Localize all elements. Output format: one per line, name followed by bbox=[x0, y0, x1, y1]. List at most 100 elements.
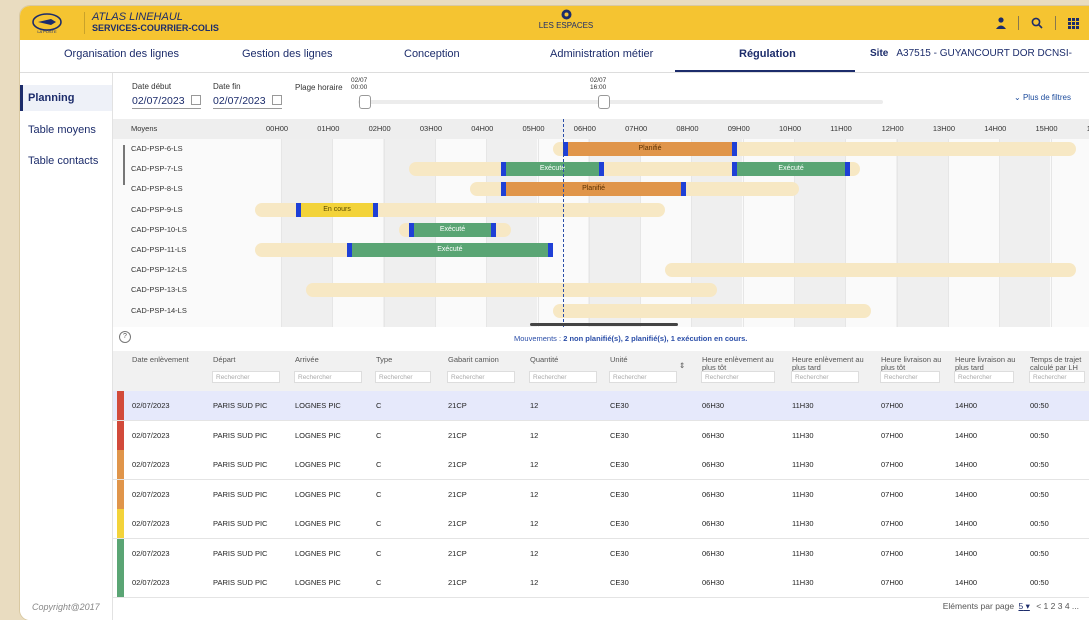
search-icon[interactable] bbox=[1031, 17, 1043, 29]
sidebar-item-planning[interactable]: Planning bbox=[20, 85, 112, 111]
gantt-row[interactable]: CAD-PSP-13-LS bbox=[113, 280, 1089, 300]
la-poste-logo[interactable]: LA POSTE bbox=[29, 12, 65, 34]
more-filters-link[interactable]: ⌄ Plus de filtres bbox=[1014, 93, 1071, 102]
gantt-row[interactable]: CAD-PSP-6-LS Planifié bbox=[113, 139, 1089, 159]
gantt-row[interactable]: CAD-PSP-7-LS Exécuté Exécuté bbox=[113, 159, 1089, 179]
gantt-row[interactable]: CAD-PSP-9-LS En cours bbox=[113, 200, 1089, 220]
plage-end-date: 02/07 bbox=[590, 77, 607, 84]
table-cell: PARIS SUD PIC bbox=[213, 548, 268, 558]
table-cell: LOGNES PIC bbox=[295, 548, 341, 558]
column-search-input[interactable]: Rechercher bbox=[447, 371, 515, 383]
table-cell: 21CP bbox=[448, 578, 467, 587]
table-cell: 00:50 bbox=[1030, 401, 1049, 410]
column-search-input[interactable]: Rechercher bbox=[701, 371, 775, 383]
gantt-hour-label: 03H00 bbox=[419, 124, 442, 133]
tab-organisation-des-lignes[interactable]: Organisation des lignes bbox=[64, 48, 179, 60]
column-header[interactable]: Heure enlèvement au plus tard bbox=[792, 356, 864, 372]
tab-conception[interactable]: Conception bbox=[404, 48, 460, 60]
column-header[interactable]: Type bbox=[376, 356, 436, 364]
table-cell: 11H30 bbox=[792, 548, 814, 558]
table-cell: 07H00 bbox=[881, 430, 904, 440]
gantt-bar-encours[interactable]: En cours bbox=[296, 202, 379, 217]
table-cell: 12 bbox=[530, 519, 539, 528]
column-header[interactable]: Gabarit camion bbox=[448, 356, 520, 364]
gantt-bar-execute[interactable]: Exécuté bbox=[408, 222, 497, 237]
gantt-scrollbar[interactable] bbox=[530, 323, 678, 326]
gantt-row[interactable]: CAD-PSP-14-LS bbox=[113, 301, 1089, 321]
row-status-strip bbox=[117, 538, 124, 568]
gantt-bar-execute[interactable]: Exécuté bbox=[501, 162, 604, 177]
table-row[interactable]: 02/07/2023 PARIS SUD PIC LOGNES PIC C 21CP 12… bbox=[113, 538, 1089, 569]
table-cell: CE30 bbox=[610, 578, 629, 587]
site-selector[interactable]: Site A37515 - GUYANCOURT DOR DCNSI- bbox=[870, 48, 1072, 59]
user-icon[interactable] bbox=[996, 17, 1006, 29]
sidebar-item-table-contacts[interactable]: Table contacts bbox=[20, 148, 112, 174]
plage-start-marker: 02/07 00:00 bbox=[351, 77, 367, 91]
apps-grid-icon[interactable] bbox=[1068, 17, 1079, 29]
per-page-select[interactable]: 5 ▾ bbox=[1018, 601, 1029, 611]
column-header[interactable]: Unité bbox=[610, 356, 682, 364]
column-header[interactable]: Arrivée bbox=[295, 356, 367, 364]
table-row[interactable]: 02/07/2023 PARIS SUD PIC LOGNES PIC C 21CP 12… bbox=[113, 420, 1089, 451]
column-search-input[interactable]: Rechercher bbox=[212, 371, 280, 383]
column-header[interactable]: Heure enlèvement au plus tôt bbox=[702, 356, 780, 372]
column-header[interactable]: Heure livraison au plus tôt bbox=[881, 356, 945, 372]
espaces-menu[interactable]: LES ESPACES bbox=[520, 9, 612, 30]
page-links[interactable]: < 1 2 3 4 ... bbox=[1036, 601, 1079, 611]
gantt-row[interactable]: CAD-PSP-11-LS Exécuté bbox=[113, 240, 1089, 260]
gantt-row-label: CAD-PSP-13-LS bbox=[131, 285, 187, 295]
tab-gestion-des-lignes[interactable]: Gestion des lignes bbox=[242, 48, 333, 60]
column-search-input[interactable]: Rechercher bbox=[375, 371, 431, 383]
sort-icon[interactable]: ⇕ bbox=[679, 362, 685, 370]
table-row[interactable]: 02/07/2023 PARIS SUD PIC LOGNES PIC C 21CP 12… bbox=[113, 450, 1089, 480]
plage-horaire-label: Plage horaire bbox=[295, 83, 343, 92]
table-cell: 02/07/2023 bbox=[132, 489, 170, 499]
gantt-hour-label: 11H00 bbox=[830, 124, 852, 133]
gantt-bar-planifie[interactable]: Planifié bbox=[501, 182, 686, 197]
table-cell: 12 bbox=[530, 401, 539, 410]
table-row[interactable]: 02/07/2023 PARIS SUD PIC LOGNES PIC C 21CP 12… bbox=[113, 479, 1089, 510]
column-header[interactable]: Départ bbox=[213, 356, 285, 364]
column-search-input[interactable]: Rechercher bbox=[880, 371, 940, 383]
gantt-row[interactable]: CAD-PSP-12-LS bbox=[113, 260, 1089, 280]
gantt-row[interactable]: CAD-PSP-8-LS Planifié bbox=[113, 179, 1089, 199]
column-search-input[interactable]: Rechercher bbox=[294, 371, 362, 383]
slider-handle-end[interactable] bbox=[598, 95, 610, 109]
date-debut-field[interactable]: 02/07/2023 bbox=[132, 95, 201, 109]
calendar-icon[interactable] bbox=[271, 95, 282, 105]
gantt-hour-label: 08H00 bbox=[676, 124, 699, 133]
gantt-bar-execute[interactable]: Exécuté bbox=[732, 162, 851, 177]
date-fin-field[interactable]: 02/07/2023 bbox=[213, 95, 282, 109]
gantt-row-label: CAD-PSP-11-LS bbox=[131, 245, 187, 254]
calendar-icon[interactable] bbox=[190, 95, 201, 105]
slider-handle-start[interactable] bbox=[359, 95, 371, 109]
table-row[interactable]: 02/07/2023 PARIS SUD PIC LOGNES PIC C 21CP 12… bbox=[113, 568, 1089, 598]
column-search-input[interactable]: Rechercher bbox=[609, 371, 677, 383]
help-icon[interactable]: ? bbox=[119, 331, 131, 343]
column-header[interactable]: Temps de trajet calculé par LH bbox=[1030, 356, 1089, 372]
gantt-row[interactable]: CAD-PSP-10-LS Exécuté bbox=[113, 220, 1089, 240]
column-header[interactable]: Date enlèvement bbox=[132, 356, 208, 364]
table-cell: C bbox=[376, 548, 382, 558]
table-cell: 02/07/2023 bbox=[132, 548, 170, 558]
column-header[interactable]: Quantité bbox=[530, 356, 602, 364]
gantt-chart: Moyens 00H00 01H00 02H00 03H00 04H00 05H00 06H… bbox=[113, 119, 1089, 327]
tab-regulation[interactable]: Régulation bbox=[739, 48, 796, 60]
gantt-row-label: CAD-PSP-8-LS bbox=[131, 184, 183, 194]
column-header[interactable]: Heure livraison au plus tard bbox=[955, 356, 1019, 372]
table-cell: LOGNES PIC bbox=[295, 460, 341, 469]
table-row[interactable]: 02/07/2023 PARIS SUD PIC LOGNES PIC C 21CP 12… bbox=[113, 391, 1089, 421]
column-search-input[interactable]: Rechercher bbox=[954, 371, 1014, 383]
tab-administration-metier[interactable]: Administration métier bbox=[550, 48, 653, 60]
column-search-input[interactable]: Rechercher bbox=[1029, 371, 1085, 383]
plage-horaire-slider[interactable] bbox=[358, 100, 883, 104]
table-row[interactable]: 02/07/2023 PARIS SUD PIC LOGNES PIC C 21CP 12… bbox=[113, 509, 1089, 539]
table-cell: 12 bbox=[530, 578, 539, 587]
column-search-input[interactable]: Rechercher bbox=[529, 371, 597, 383]
table-cell: CE30 bbox=[610, 430, 629, 440]
sidebar-item-table-moyens[interactable]: Table moyens bbox=[20, 117, 112, 143]
gantt-bar-planifie[interactable]: Planifié bbox=[562, 142, 738, 156]
gantt-bar-execute[interactable]: Exécuté bbox=[347, 243, 553, 257]
gantt-row-label: CAD-PSP-12-LS bbox=[131, 265, 187, 275]
column-search-input[interactable]: Rechercher bbox=[791, 371, 859, 383]
